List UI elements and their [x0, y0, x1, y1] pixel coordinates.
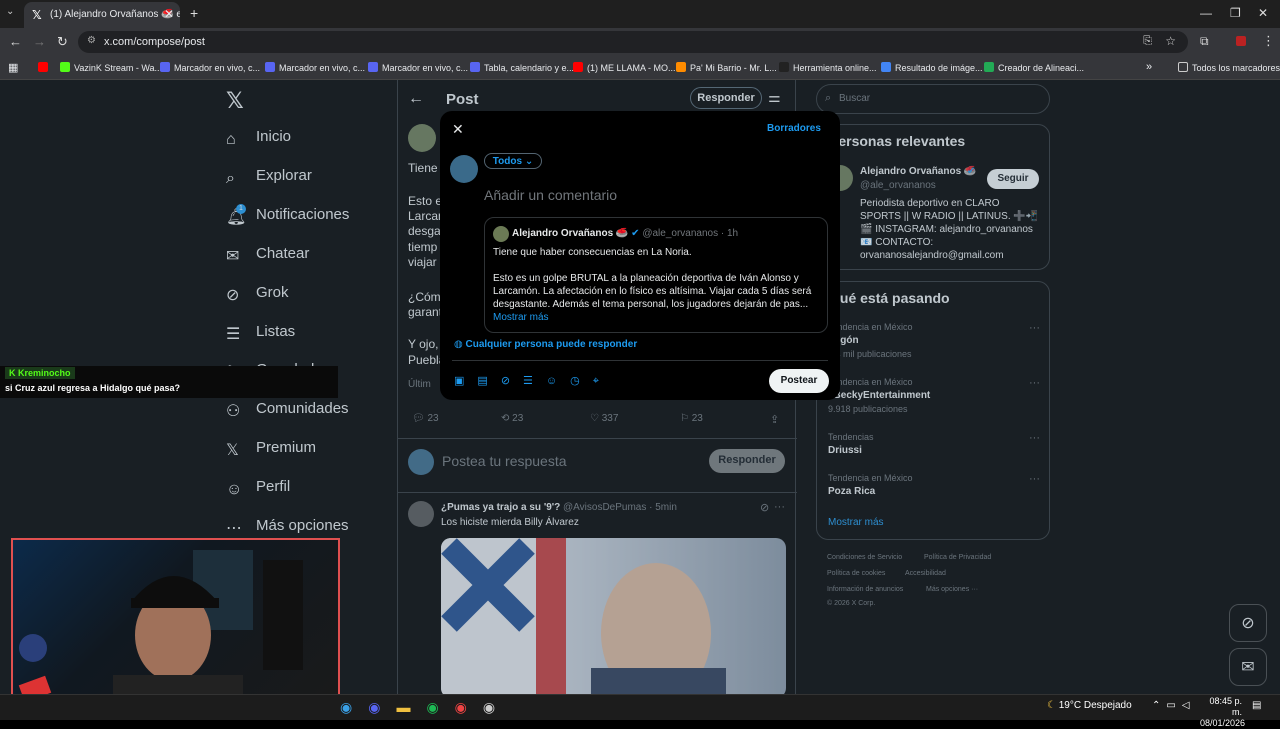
- url-text: x.com/compose/post: [104, 36, 205, 48]
- bookmark-favicon-icon: [265, 62, 275, 72]
- tab-search-icon[interactable]: ⌄: [6, 6, 14, 17]
- bookmark-item[interactable]: Marcador en vivo, c...: [368, 62, 468, 73]
- bookmark-favicon-icon: [779, 62, 789, 72]
- bookmark-item[interactable]: Herramienta online...: [779, 62, 877, 73]
- browser-tab-bar: ⌄ 𝕏 (1) Alejandro Orvañanos 🥌 en ✕ + — ❐…: [0, 0, 1280, 28]
- address-bar: ← → ↻ ⚙ x.com/compose/post ⎘ ☆ ⧉ ⋮: [0, 28, 1280, 56]
- menu-icon[interactable]: ⋮: [1262, 33, 1275, 49]
- chevron-up-icon[interactable]: ⌃: [1152, 700, 1166, 711]
- bookmark-item[interactable]: Resultado de imáge...: [881, 62, 983, 73]
- x-favicon-icon: 𝕏: [32, 8, 42, 22]
- chat-username: K Kreminocho: [5, 367, 75, 379]
- bookmark-item[interactable]: VazinK Stream - Wa...: [60, 62, 162, 73]
- quoted-header: Alejandro Orvañanos 🥌 ✔ @ale_orvananos ·…: [512, 228, 739, 239]
- apps-grid-icon[interactable]: ▦: [8, 61, 18, 74]
- quoted-avatar: [493, 226, 509, 242]
- image-icon[interactable]: ▣: [454, 375, 477, 387]
- discord-icon[interactable]: ◉: [368, 699, 396, 715]
- bookmark-item[interactable]: Marcador en vivo, c...: [265, 62, 365, 73]
- bookmark-item[interactable]: Pa' Mi Barrio - Mr. L...: [676, 62, 777, 73]
- quoted-line2: Esto es un golpe BRUTAL a la planeación …: [493, 273, 812, 310]
- location-icon[interactable]: ⌖: [593, 375, 612, 387]
- clock[interactable]: 08:45 p. m. 08/01/2026: [1200, 696, 1245, 729]
- extensions-icon[interactable]: ⧉: [1200, 34, 1209, 49]
- stream-chat: K Kreminocho si Cruz azul regresa a Hida…: [0, 366, 338, 398]
- close-window-icon[interactable]: ✕: [1258, 6, 1268, 20]
- compose-toolbar: ▣▤⊘☰☺◷⌖: [454, 374, 612, 388]
- more-bookmarks-icon[interactable]: »: [1146, 61, 1152, 73]
- tab-title: (1) Alejandro Orvañanos 🥌 en: [50, 9, 180, 20]
- youtube-icon: [38, 62, 48, 72]
- kick-icon: K: [9, 368, 16, 378]
- edge-icon[interactable]: ◉: [340, 699, 368, 715]
- browser-tab[interactable]: 𝕏 (1) Alejandro Orvañanos 🥌 en ✕: [24, 2, 180, 28]
- quoted-post[interactable]: Alejandro Orvañanos 🥌 ✔ @ale_orvananos ·…: [484, 217, 828, 333]
- compose-modal: ✕ Borradores Todos ⌄ Añadir un comentari…: [440, 111, 840, 400]
- poll-icon[interactable]: ☰: [523, 375, 546, 387]
- drafts-link[interactable]: Borradores: [767, 123, 821, 134]
- bookmark-item[interactable]: Creador de Alineaci...: [984, 62, 1084, 73]
- tray-icons: ⌃▭◁: [1152, 700, 1196, 711]
- bookmark-item[interactable]: Tabla, calendario y e...: [470, 62, 574, 73]
- taskbar: ◉◉▬◉◉◉ ☾ 19°C Despejado ⌃▭◁ 08:45 p. m. …: [0, 694, 1280, 728]
- bookmark-item[interactable]: Marcador en vivo, c...: [160, 62, 260, 73]
- maximize-icon[interactable]: ❐: [1230, 6, 1241, 20]
- bookmark-favicon-icon: [470, 62, 480, 72]
- all-bookmarks[interactable]: Todos los marcadores: [1178, 62, 1280, 73]
- bookmarks-bar: ▦ VazinK Stream - Wa... Marcador en vivo,…: [0, 56, 1280, 80]
- folder-icon[interactable]: ▬: [396, 699, 426, 715]
- weather-widget[interactable]: ☾ 19°C Despejado: [1047, 700, 1132, 711]
- bookmark-star-icon[interactable]: ☆: [1165, 34, 1176, 48]
- verified-icon: ✔: [631, 228, 640, 239]
- quoted-line1: Tiene que haber consecuencias en La Nori…: [493, 247, 692, 258]
- bookmark-favicon-icon: [368, 62, 378, 72]
- forward-icon[interactable]: →: [33, 34, 46, 49]
- moon-icon: ☾: [1047, 700, 1056, 711]
- emoji-icon[interactable]: ☺: [546, 375, 570, 387]
- bookmark-favicon-icon: [60, 62, 70, 72]
- my-avatar: [450, 155, 478, 183]
- close-modal-icon[interactable]: ✕: [452, 121, 464, 138]
- schedule-icon[interactable]: ◷: [570, 375, 593, 387]
- webcam-overlay: [11, 538, 340, 713]
- volume-icon[interactable]: ◁: [1182, 700, 1196, 711]
- globe-icon: ◍: [454, 339, 463, 350]
- chat-message: si Cruz azul regresa a Hidalgo qué pasa?: [5, 383, 181, 393]
- close-tab-icon[interactable]: ✕: [164, 7, 174, 21]
- obs-icon[interactable]: ◉: [483, 699, 511, 715]
- url-field[interactable]: ⚙ x.com/compose/post ⎘ ☆: [78, 31, 1188, 53]
- divider: [452, 360, 828, 361]
- folder-icon: [1178, 62, 1188, 72]
- audience-select[interactable]: Todos ⌄: [484, 153, 542, 169]
- bookmark-favicon-icon: [984, 62, 994, 72]
- network-icon[interactable]: ▭: [1166, 700, 1181, 711]
- notifications-icon[interactable]: ▤: [1252, 700, 1261, 711]
- bookmark-favicon-icon: [676, 62, 686, 72]
- chevron-down-icon: ⌄: [524, 156, 534, 167]
- bookmark-favicon-icon: [573, 62, 583, 72]
- bookmark-item[interactable]: (1) ME LLAMA - MO...: [573, 62, 676, 73]
- grok-icon[interactable]: ⊘: [501, 375, 523, 387]
- bookmark-favicon-icon: [881, 62, 891, 72]
- post-button[interactable]: Postear: [769, 369, 829, 393]
- reply-setting[interactable]: ◍ Cualquier persona puede responder: [454, 339, 637, 350]
- bookmark-favicon-icon: [160, 62, 170, 72]
- site-info-icon[interactable]: ⚙: [87, 35, 96, 46]
- bookmark-youtube[interactable]: [38, 62, 52, 73]
- spotify-icon[interactable]: ◉: [426, 699, 454, 715]
- install-icon[interactable]: ⎘: [1143, 35, 1152, 48]
- extension-icon[interactable]: [1236, 36, 1246, 46]
- streamer-camera-icon: [18, 550, 303, 711]
- minimize-icon[interactable]: —: [1200, 6, 1212, 20]
- taskbar-apps: ◉◉▬◉◉◉: [340, 699, 511, 716]
- comment-input[interactable]: Añadir un comentario: [484, 187, 617, 203]
- back-icon[interactable]: ←: [9, 34, 22, 49]
- show-more-link[interactable]: Mostrar más: [493, 312, 549, 323]
- chrome-icon[interactable]: ◉: [455, 699, 483, 715]
- gif-icon[interactable]: ▤: [477, 375, 500, 387]
- new-tab-icon[interactable]: +: [190, 5, 198, 21]
- reload-icon[interactable]: ↻: [57, 34, 68, 50]
